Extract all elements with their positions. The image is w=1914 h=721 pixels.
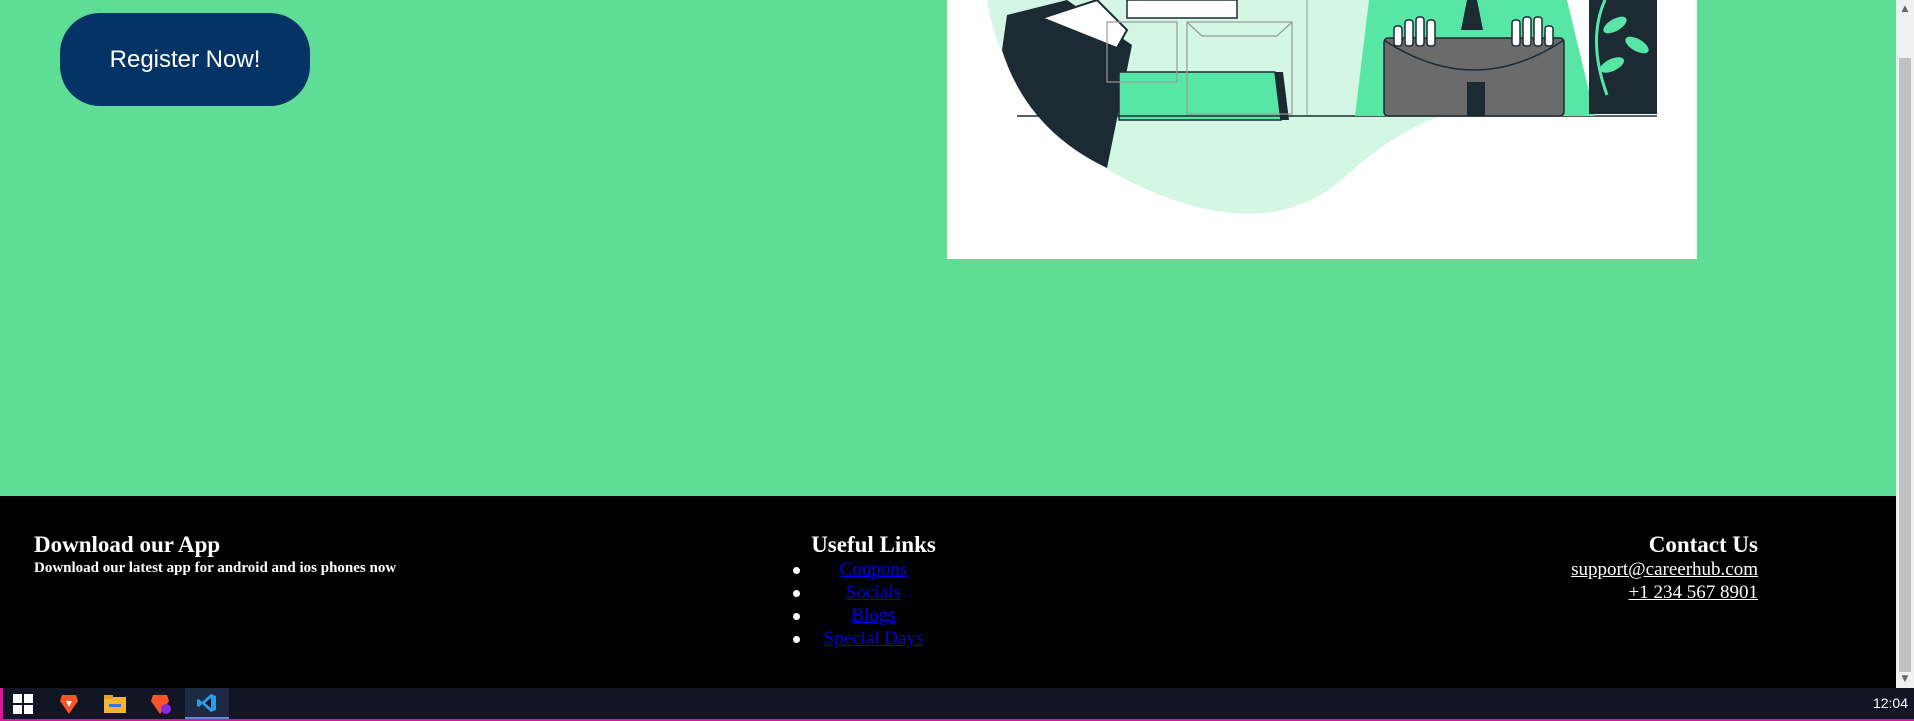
vscode-icon[interactable] (185, 688, 229, 719)
windows-start-icon[interactable] (1, 688, 45, 719)
system-clock[interactable]: 12:04 (1873, 695, 1908, 711)
useful-links-section: Useful Links Coupons Socials Blogs Speci… (740, 532, 1007, 650)
phone-link[interactable]: +1 234 567 8901 (1571, 581, 1758, 604)
download-app-section: Download our App Download our latest app… (34, 532, 396, 578)
hero-section: Register Now! (0, 0, 1896, 496)
register-now-button[interactable]: Register Now! (60, 13, 310, 106)
download-app-heading: Download our App (34, 532, 221, 557)
useful-links-list: Coupons Socials Blogs Special Days (740, 558, 1007, 650)
blogs-link[interactable]: Blogs (851, 605, 895, 626)
vertical-scrollbar[interactable]: ▲ ▼ (1896, 0, 1914, 688)
useful-links-heading: Useful Links (811, 532, 936, 557)
job-search-illustration-icon (987, 0, 1657, 214)
coupons-link[interactable]: Coupons (840, 559, 908, 580)
taskbar: 12:04 (0, 688, 1914, 721)
contact-us-heading: Contact Us (1648, 532, 1758, 557)
special-days-link[interactable]: Special Days (824, 628, 924, 649)
file-explorer-icon[interactable] (93, 688, 137, 719)
hero-illustration (947, 0, 1697, 259)
list-item: Socials (740, 581, 1007, 604)
brave-browser-icon[interactable] (47, 688, 91, 719)
support-email-link[interactable]: support@careerhub.com (1571, 558, 1758, 581)
site-footer: Download our App Download our latest app… (0, 496, 1896, 688)
scroll-down-icon[interactable]: ▼ (1896, 670, 1914, 688)
download-app-subtitle: Download our latest app for android and … (34, 560, 397, 576)
contact-us-section: Contact Us support@careerhub.com +1 234 … (1571, 532, 1758, 604)
list-item: Special Days (740, 627, 1007, 650)
socials-link[interactable]: Socials (846, 582, 901, 603)
scrollbar-thumb[interactable] (1899, 58, 1911, 672)
brave-browser-alt-icon[interactable] (139, 688, 183, 719)
scroll-up-icon[interactable]: ▲ (1896, 0, 1914, 18)
list-item: Coupons (740, 558, 1007, 581)
list-item: Blogs (740, 604, 1007, 627)
